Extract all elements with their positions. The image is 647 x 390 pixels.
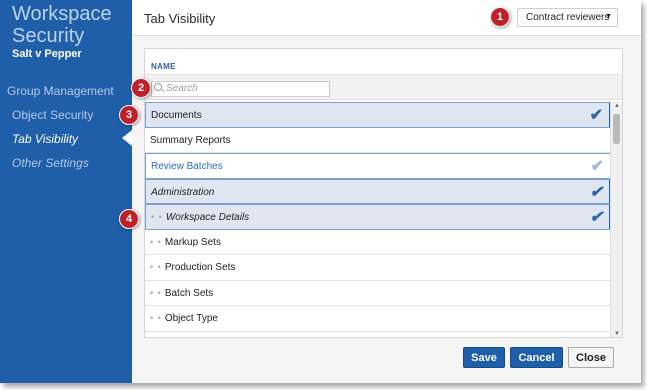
vertical-scrollbar[interactable]: ▲ ▼ [610,102,622,337]
sidebar-title: Workspace Security [12,3,112,47]
table-row[interactable]: • • Workspace Details ✔ [145,204,611,230]
table-row[interactable]: Summary Reports [145,128,611,153]
tab-rows: Documents ✔ Summary Reports Review Batch… [145,102,611,332]
table-row[interactable]: • • Markup Sets [145,230,611,255]
callout-marker-2: 2 [131,78,151,98]
group-select-value: Contract reviewers [526,12,610,23]
child-indent-marker: • • [150,262,162,272]
workspace-security-window: Workspace Security Salt v Pepper Group M… [0,0,641,383]
callout-marker-4: 4 [119,209,139,229]
group-select[interactable]: Contract reviewers ▼ [517,8,618,27]
child-indent-marker: • • [150,287,162,298]
row-label: Administration [151,186,215,198]
table-row[interactable]: Documents ✔ [145,102,611,128]
checkmark-icon: ✔ [590,158,604,175]
close-button[interactable]: Close [568,347,614,368]
sidebar-item-other-settings[interactable]: Other Settings [12,156,89,170]
page-title: Tab Visibility [144,11,216,26]
scrollbar-thumb[interactable] [613,114,620,144]
callout-marker-3: 3 [119,105,139,125]
caret-down-icon: ▼ [605,13,612,20]
filter-row: Search [145,75,622,100]
child-indent-marker: • • [150,236,162,247]
row-label: Production Sets [164,262,236,273]
row-label: Documents [151,110,202,121]
checkmark-icon: ✔ [589,107,603,124]
checkmark-icon: ✔ [589,183,603,201]
column-header-label: NAME [151,62,176,71]
sidebar: Workspace Security Salt v Pepper Group M… [0,0,132,383]
search-icon [154,83,162,91]
sidebar-item-object-security[interactable]: Object Security [12,108,93,122]
active-item-pointer [122,130,132,146]
table-row[interactable]: • • Object Type [145,306,611,332]
main-content: Tab Visibility Contract reviewers ▼ NAME… [132,0,641,383]
sidebar-item-tab-visibility[interactable]: Tab Visibility [12,132,78,146]
save-button[interactable]: Save [463,347,505,368]
search-input[interactable]: Search [151,81,330,97]
child-indent-marker: • • [151,212,163,222]
table-row[interactable]: Review Batches ✔ [145,153,611,179]
column-header-name[interactable]: NAME [145,49,622,75]
row-label: Markup Sets [164,236,221,248]
scroll-up-icon[interactable]: ▲ [614,103,620,109]
workspace-name: Salt v Pepper [12,48,82,60]
row-label: Batch Sets [164,287,214,299]
row-label: Object Type [164,313,218,324]
row-label: Review Batches [151,161,223,172]
table-row[interactable]: • • Batch Sets [145,281,611,306]
tab-visibility-grid: NAME Search Documents ✔ Summary Reports … [144,48,623,338]
callout-marker-1: 1 [490,7,510,27]
scroll-down-icon[interactable]: ▼ [614,331,620,337]
row-label: Workspace Details [165,212,250,223]
row-label: Summary Reports [150,134,231,146]
checkmark-icon: ✔ [589,209,603,226]
table-row[interactable]: • • Production Sets [145,255,611,281]
table-row[interactable]: Administration ✔ [145,178,611,204]
sidebar-item-group-management[interactable]: Group Management [7,84,114,98]
topbar: Tab Visibility Contract reviewers ▼ [132,0,641,36]
cancel-button[interactable]: Cancel [510,347,563,368]
child-indent-marker: • • [150,313,162,323]
